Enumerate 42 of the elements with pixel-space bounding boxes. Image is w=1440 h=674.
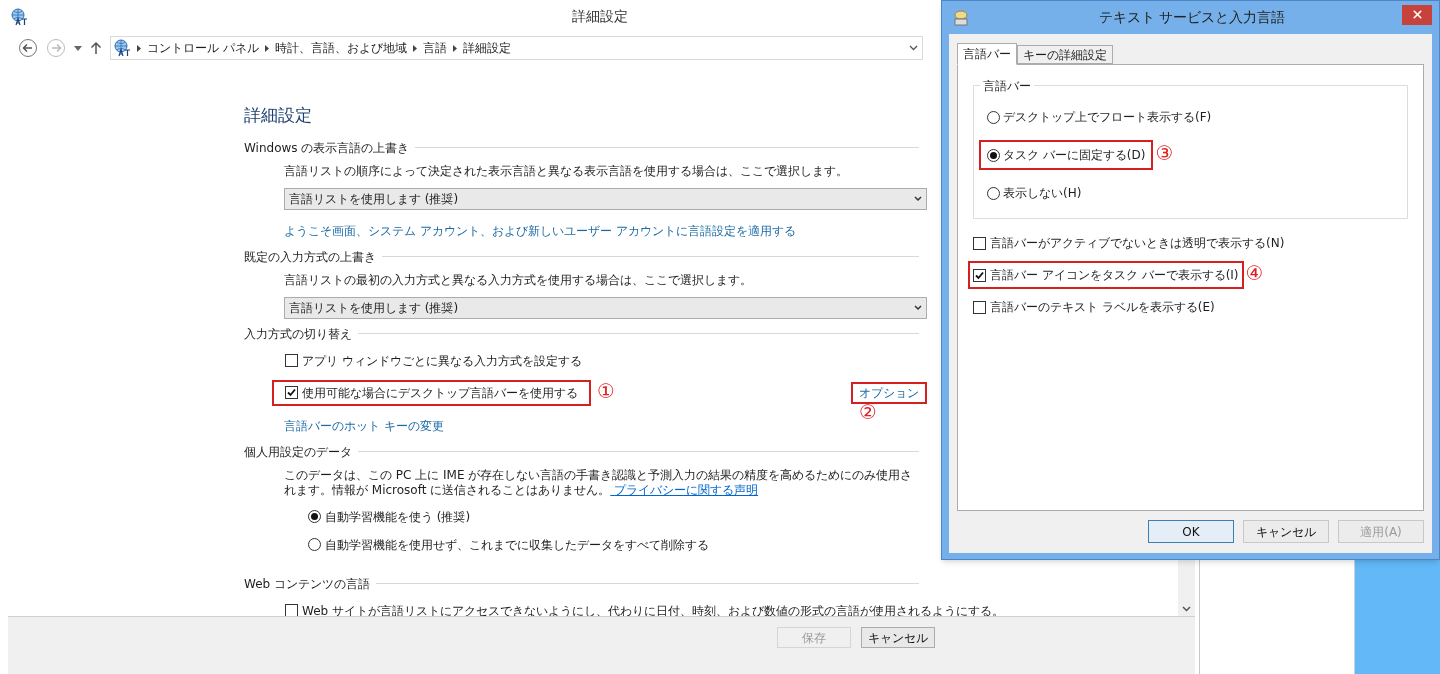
annotation-number: ④ [1245, 261, 1264, 285]
checkbox-option[interactable]: 言語バーのテキスト ラベルを表示する(E) [968, 293, 1220, 321]
radio-option[interactable]: タスク バーに固定する(D) [979, 140, 1154, 170]
radio-option[interactable]: 自動学習機能を使う (推奨) [308, 507, 927, 526]
section-title: 入力方式の切り替え [244, 325, 352, 343]
tab[interactable]: キーの詳細設定 [1017, 45, 1113, 64]
description-text: このデータは、この PC 上に IME が存在しない言語の手書き認識と予測入力の結果の精度を高めるためにのみ使用されます。情報が Microsoft に送信されることはありません。 プライバシーに関する声明 [283, 466, 914, 499]
checkbox-option[interactable]: 言語バーがアクティブでないときは透明で表示する(N) [968, 229, 1290, 257]
description-text: 言語リストの最初の入力方式と異なる入力方式を使用する場合は、ここで選択します。 [283, 271, 753, 289]
radio-option[interactable]: 自動学習機能を使用せず、これまでに収集したデータをすべて削除する [308, 535, 927, 554]
checkbox-option[interactable]: アプリ ウィンドウごとに異なる入力方式を設定する [272, 347, 595, 374]
breadcrumb-item[interactable]: 詳細設定 [462, 39, 511, 57]
page-heading: 詳細設定 [244, 104, 313, 127]
breadcrumb-item[interactable]: 言語 [422, 39, 447, 57]
dialog-button[interactable]: キャンセル [1243, 520, 1329, 543]
checkbox-option[interactable]: Web サイトが言語リストにアクセスできないようにし、代わりに日付、時刻、および数値の形式の言語が使用されるようにする。 [272, 597, 1017, 616]
dialog-title: テキスト サービスと入力言語 [1098, 8, 1286, 27]
section-title: 既定の入力方式の上書き [244, 248, 376, 266]
window-button[interactable]: キャンセル [861, 627, 935, 648]
dialog-button[interactable]: OK [1148, 520, 1234, 543]
annotation-number: ③ [1155, 141, 1174, 165]
dropdown[interactable]: 言語リストを使用します (推奨) [284, 296, 927, 319]
description-text: 言語リストの順序によって決定された表示言語と異なる表示言語を使用する場合は、ここで選択します。 [283, 162, 849, 180]
section-title: Web コンテンツの言語 [244, 575, 370, 593]
section-title: Windows の表示言語の上書き [244, 139, 410, 157]
group-title: 言語バー [980, 77, 1034, 95]
checkbox-option[interactable]: 言語バー アイコンをタスク バーで表示する(I) [968, 261, 1244, 289]
radio-option[interactable]: 表示しない(H) [979, 178, 1090, 208]
tab[interactable]: 言語バー [957, 43, 1017, 65]
radio-option[interactable]: デスクトップ上でフロート表示する(F) [979, 102, 1220, 132]
breadcrumb-item[interactable]: コントロール パネル [147, 39, 259, 57]
window-title: 詳細設定 [571, 7, 628, 26]
privacy-link[interactable]: プライバシーに関する声明 [610, 482, 759, 497]
dropdown[interactable]: 言語リストを使用します (推奨) [284, 187, 927, 210]
section-title: 個人用設定のデータ [244, 443, 352, 461]
breadcrumb-item[interactable]: 時計、言語、および地域 [274, 39, 407, 57]
checkbox-option[interactable]: 使用可能な場合にデスクトップ言語バーを使用する [272, 379, 591, 406]
annotation-number: ① [597, 378, 615, 403]
address-bar[interactable]: コントロール パネル 時計、言語、および地域 言語 詳細設定 [110, 36, 923, 60]
link[interactable]: ようこそ画面、システム アカウント、および新しいユーザー アカウントに言語設定を適用する [284, 223, 796, 238]
link[interactable]: 言語バーのホット キーの変更 [284, 418, 444, 433]
options-link[interactable]: オプション [851, 381, 927, 404]
